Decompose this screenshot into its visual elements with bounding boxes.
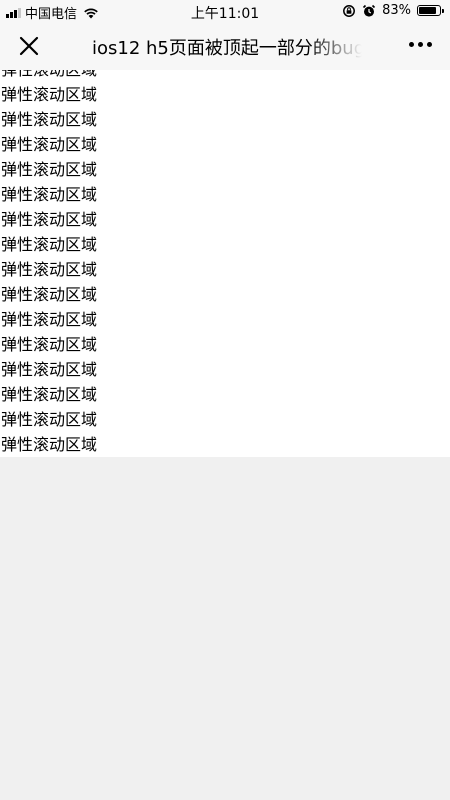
list-item: 弹性滚动区域 xyxy=(1,285,98,304)
battery-icon xyxy=(417,5,444,16)
list-item: 弹性滚动区域 xyxy=(1,360,98,379)
list-item: 弹性滚动区域 xyxy=(1,85,98,104)
list-item: 弹性滚动区域 xyxy=(1,210,98,229)
list-item: 弹性滚动区域 xyxy=(1,160,98,179)
status-right: 83% xyxy=(342,3,444,18)
list-item: 弹性滚动区域 xyxy=(1,185,98,204)
list-item: 弹性滚动区域 xyxy=(0,70,450,82)
list-item: 弹性滚动区域 xyxy=(1,385,98,404)
list-item: 弹性滚动区域 xyxy=(1,335,98,354)
list-item: 弹性滚动区域 xyxy=(1,410,98,429)
rotation-lock-icon xyxy=(343,4,356,17)
list-item: 弹性滚动区域 xyxy=(1,235,98,254)
alarm-icon xyxy=(363,4,376,17)
list-item: 弹性滚动区域 xyxy=(1,260,98,279)
page-title: ios12 h5页面被顶起一部分的bug xyxy=(92,38,362,59)
scroll-content: 弹性滚动区域 弹性滚动区域 弹性滚动区域 弹性滚动区域 弹性滚动区域 弹性滚动区域 弹性滚动… xyxy=(0,70,450,457)
more-icon[interactable] xyxy=(409,42,432,47)
list-item: 弹性滚动区域 xyxy=(1,110,98,129)
list-item: 弹性滚动区域 xyxy=(1,435,98,454)
scroll-area[interactable]: 弹性滚动区域 弹性滚动区域 弹性滚动区域 弹性滚动区域 弹性滚动区域 弹性滚动区域 弹性滚动… xyxy=(0,70,450,457)
item-list: 弹性滚动区域 弹性滚动区域 弹性滚动区域 弹性滚动区域 弹性滚动区域 弹性滚动区域 弹性滚动… xyxy=(0,70,450,457)
list-item: 弹性滚动区域 xyxy=(1,310,98,329)
nav-bar: ios12 h5页面被顶起一部分的bug xyxy=(0,22,450,70)
close-icon[interactable] xyxy=(18,35,40,57)
list-item: 弹性滚动区域 xyxy=(1,135,98,154)
battery-percent: 83% xyxy=(382,3,411,18)
status-bar: 中国电信 上午11:01 83% xyxy=(0,0,450,22)
